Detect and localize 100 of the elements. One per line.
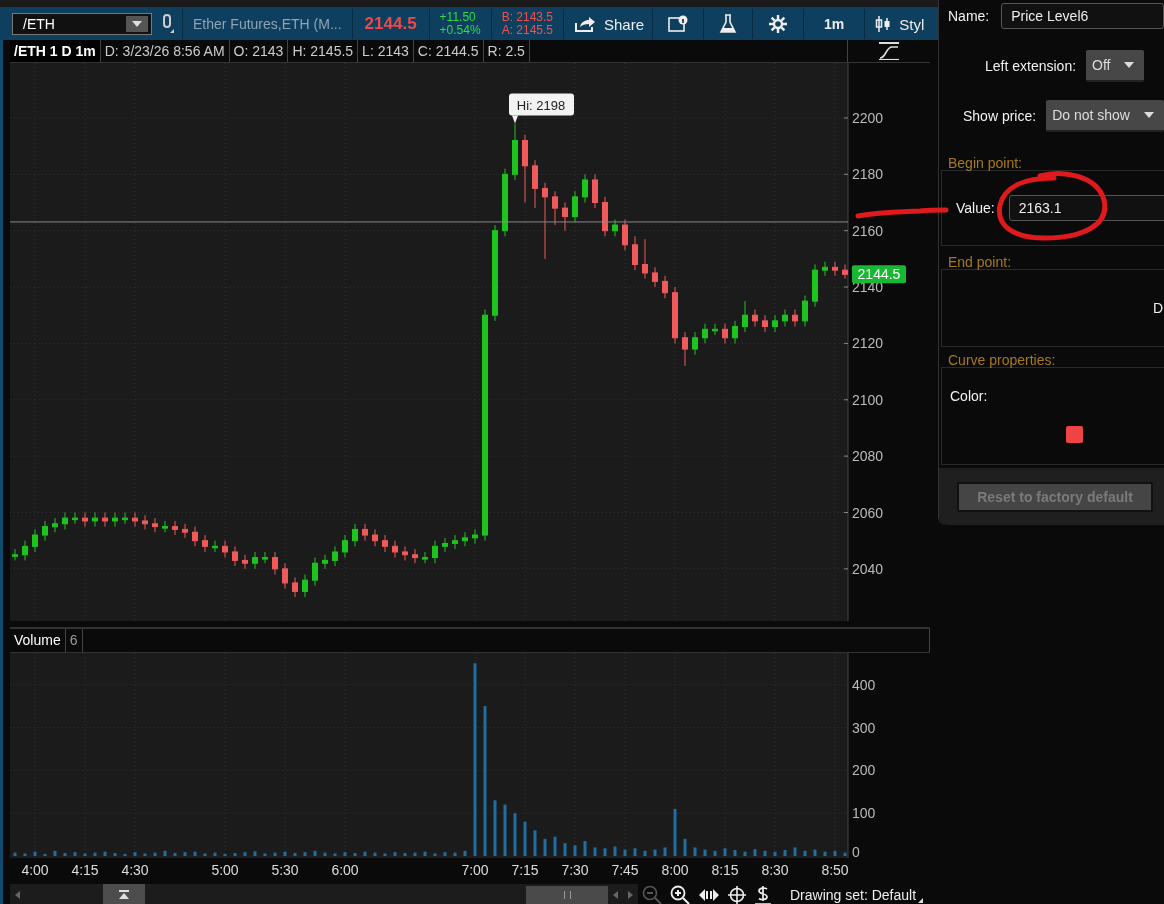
ohlc-value: R: 2.5 [483,40,530,62]
ohlc-value: L: 2143 [358,40,414,62]
share-button[interactable]: Share [564,15,653,33]
ohlc-value: O: 2143 [229,40,289,62]
candle [812,264,818,308]
dropdown[interactable]: Off [1086,50,1145,82]
curve-icon[interactable] [878,42,900,60]
y-axis-label: 2200 [852,109,884,126]
scroll-right-icon[interactable] [628,891,633,899]
collapse-button[interactable] [103,884,145,904]
candle [682,331,688,367]
x-axis-label: 8:00 [661,862,689,878]
volume-bar [263,853,267,856]
info-card-icon[interactable] [668,15,689,33]
volume-bar [683,838,687,856]
symbol-field[interactable]: /ETH [12,13,152,35]
y-axis-label: 400 [852,676,876,693]
dropdown-button[interactable] [126,16,148,32]
volume-bar [543,838,547,856]
scroll-left-icon[interactable] [613,891,618,899]
scroll-left-icon[interactable] [15,891,20,899]
color-swatch[interactable] [1066,426,1083,443]
scroll-thumb[interactable] [526,886,608,904]
y-axis-label: 2160 [852,222,884,239]
volume-bar [553,836,557,856]
y-axis-label: 100 [852,805,876,822]
volume-bar [173,853,177,856]
scrollbar[interactable] [10,884,638,904]
x-axis-label: 7:15 [511,862,539,878]
candle [132,512,138,528]
settings-icon[interactable] [768,14,789,34]
ohlc-value: C: 2144.5 [413,40,484,62]
timeframe-button[interactable]: 1m [804,16,865,32]
candle [502,168,508,237]
candle [122,512,128,525]
link-icon[interactable] [160,13,174,35]
style-button[interactable]: Styl [865,14,933,34]
volume-bar [703,849,707,856]
candle [522,134,528,203]
volume-bar [243,852,247,856]
volume-bar [213,852,217,856]
candlestick-icon [875,14,892,34]
candle [452,534,458,550]
volume-bar [713,850,717,856]
candle [562,202,568,232]
candle [552,190,558,226]
y-axis-label: 2180 [852,166,884,183]
price-tag: 2144.5 [852,265,906,284]
dropdown[interactable]: Do not show [1046,100,1164,132]
volume-bar [463,850,467,856]
candle [792,309,798,327]
candle [802,295,808,327]
volume-bar [443,852,447,856]
x-axis-label: 7:45 [611,862,639,878]
volume-bar [63,853,67,856]
name-field[interactable]: Price Level6 [1001,2,1164,29]
volume-bar [643,850,647,856]
study-title: Volume [10,629,66,652]
candle [532,159,538,209]
volume-bar [533,830,537,856]
candle [592,173,598,209]
candle [572,190,578,223]
volume-bar [623,849,627,856]
zoom-out-icon[interactable] [642,885,662,904]
candle [42,520,48,542]
candle [642,238,648,280]
candle [112,512,118,528]
volume-bar [393,852,397,856]
crosshair-icon[interactable] [728,886,746,904]
x-axis-label: 4:30 [121,862,149,878]
y-axis-label: 300 [852,719,876,736]
volume-bar [433,853,437,856]
candle [202,534,208,553]
candle [342,534,348,559]
volume-bar [803,850,807,856]
dollar-icon[interactable] [754,885,772,904]
drawing-set-menu[interactable]: Drawing set: Default [790,887,924,903]
volume-bar [193,851,197,856]
volume-bar [273,852,277,856]
volume-bar [563,843,567,856]
volume-bar [613,846,617,856]
horizontal-arrows-icon[interactable] [698,888,720,902]
x-axis-label: 5:00 [211,862,239,878]
candle [732,320,738,344]
flask-icon[interactable] [719,14,738,34]
volume-bar [343,852,347,856]
candle [772,314,778,333]
volume-bar [833,850,837,856]
candle [152,517,158,533]
volume-bar [293,853,297,856]
volume-bar [83,853,87,856]
candle [192,526,198,547]
volume-bar [783,850,787,856]
value-field[interactable]: 2163.1 [1008,195,1164,221]
y-axis-label: 2040 [852,560,884,577]
volume-bar [353,853,357,856]
volume-bar [413,852,417,856]
zoom-in-icon[interactable] [670,885,690,904]
candle [832,261,838,277]
field-label: D [1152,300,1163,316]
